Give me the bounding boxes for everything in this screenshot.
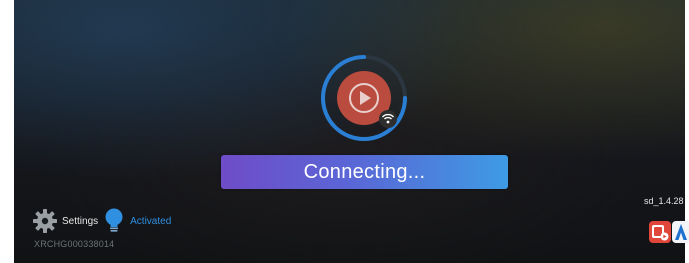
device-id: XRCHG000338014	[34, 239, 115, 249]
activation-status: Activated	[130, 215, 172, 227]
version-label: sd_1.4.28	[644, 196, 684, 206]
settings-area[interactable]: Settings Activated	[33, 208, 171, 234]
play-icon	[321, 55, 407, 141]
gear-icon[interactable]	[33, 209, 57, 233]
connecting-label: Connecting...	[303, 160, 426, 183]
settings-label[interactable]: Settings	[62, 216, 98, 227]
app-icon-blue[interactable]	[672, 221, 689, 243]
lightbulb-icon	[105, 208, 123, 232]
app-logo-icon	[675, 224, 687, 240]
left-frame-edge	[0, 0, 14, 263]
app-logo-icon	[652, 225, 669, 241]
app-icon-red[interactable]	[649, 221, 671, 243]
wifi-icon	[379, 110, 397, 128]
connecting-status-bar: Connecting...	[221, 155, 508, 189]
